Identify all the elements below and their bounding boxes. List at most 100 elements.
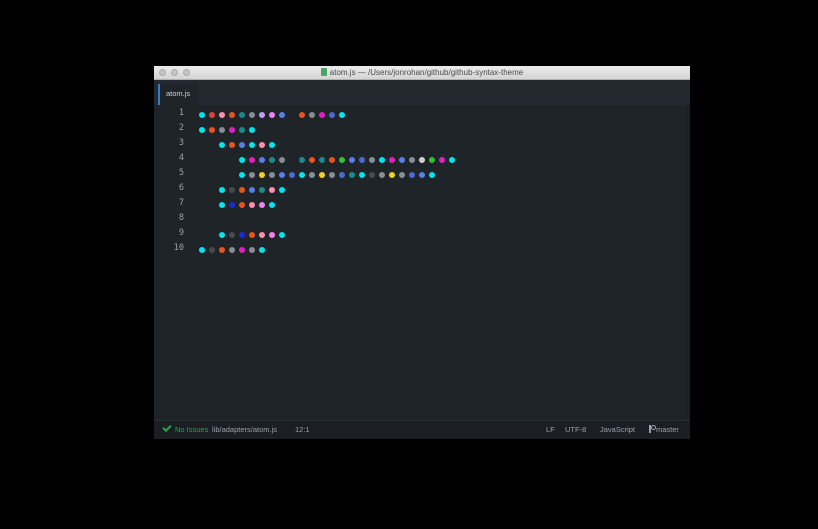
code-token bbox=[229, 202, 235, 208]
code-token bbox=[219, 187, 225, 193]
code-token bbox=[259, 112, 265, 118]
code-token bbox=[229, 187, 235, 193]
code-token bbox=[219, 202, 225, 208]
code-token bbox=[239, 187, 245, 193]
tab-label: atom.js bbox=[166, 89, 191, 98]
code-token bbox=[229, 232, 235, 238]
cursor-position[interactable]: 12:1 bbox=[295, 425, 310, 434]
code-token bbox=[349, 172, 355, 178]
code-token bbox=[389, 157, 395, 163]
tab-atom-js[interactable]: atom.js bbox=[158, 84, 198, 105]
code-token bbox=[379, 172, 385, 178]
code-token bbox=[239, 157, 245, 163]
code-token bbox=[269, 202, 275, 208]
code-token bbox=[369, 157, 375, 163]
code-token bbox=[229, 142, 235, 148]
code-token bbox=[289, 172, 295, 178]
line-number: 10 bbox=[173, 243, 184, 253]
code-token bbox=[209, 112, 215, 118]
code-token bbox=[239, 247, 245, 253]
code-token bbox=[429, 172, 435, 178]
file-path[interactable]: lib/adapters/atom.js bbox=[212, 425, 277, 434]
code-token bbox=[269, 232, 275, 238]
code-token bbox=[399, 157, 405, 163]
code-token bbox=[299, 172, 305, 178]
code-token bbox=[249, 157, 255, 163]
vertical-scrollbar[interactable] bbox=[686, 105, 690, 421]
status-bar: No Issues lib/adapters/atom.js 12:1 LF U… bbox=[154, 420, 690, 439]
title-bar[interactable]: atom.js — /Users/jonrohan/github/github-… bbox=[154, 66, 690, 80]
code-token bbox=[229, 112, 235, 118]
code-token bbox=[249, 247, 255, 253]
code-token bbox=[259, 157, 265, 163]
code-token bbox=[269, 112, 275, 118]
linter-status[interactable]: No Issues bbox=[162, 422, 208, 434]
code-token bbox=[399, 172, 405, 178]
code-token bbox=[229, 247, 235, 253]
code-token bbox=[349, 157, 355, 163]
code-token bbox=[199, 247, 205, 253]
line-ending[interactable]: LF bbox=[546, 425, 555, 434]
code-token bbox=[239, 127, 245, 133]
code-token bbox=[239, 172, 245, 178]
code-token bbox=[309, 157, 315, 163]
git-branch-label: master bbox=[656, 425, 679, 434]
code-token bbox=[219, 232, 225, 238]
code-token bbox=[409, 172, 415, 178]
code-token bbox=[239, 232, 245, 238]
code-token bbox=[339, 157, 345, 163]
code-token bbox=[249, 127, 255, 133]
code-token bbox=[279, 187, 285, 193]
code-token bbox=[419, 172, 425, 178]
code-token bbox=[259, 232, 265, 238]
line-number: 1 bbox=[178, 108, 184, 118]
line-number: 5 bbox=[178, 168, 184, 178]
code-token bbox=[319, 157, 325, 163]
code-token bbox=[279, 172, 285, 178]
code-token bbox=[319, 172, 325, 178]
code-token bbox=[299, 157, 305, 163]
code-token bbox=[329, 172, 335, 178]
line-number: 6 bbox=[178, 183, 184, 193]
code-token bbox=[279, 112, 285, 118]
editor-window: atom.js — /Users/jonrohan/github/github-… bbox=[154, 66, 690, 439]
code-token bbox=[219, 127, 225, 133]
code-token bbox=[419, 157, 425, 163]
code-token bbox=[249, 187, 255, 193]
code-token bbox=[389, 172, 395, 178]
code-token bbox=[199, 112, 205, 118]
code-token bbox=[229, 127, 235, 133]
code-token bbox=[359, 172, 365, 178]
code-editor[interactable]: 1 2 3 4 5 6 7 8 9 10 bbox=[154, 105, 690, 421]
line-number: 8 bbox=[178, 213, 184, 223]
check-icon bbox=[162, 422, 172, 433]
file-encoding[interactable]: UTF-8 bbox=[565, 425, 586, 434]
grammar-selector[interactable]: JavaScript bbox=[600, 425, 635, 434]
code-token bbox=[249, 172, 255, 178]
code-token bbox=[329, 157, 335, 163]
code-token bbox=[339, 172, 345, 178]
code-token bbox=[259, 142, 265, 148]
code-token bbox=[429, 157, 435, 163]
code-token bbox=[219, 142, 225, 148]
code-token bbox=[219, 112, 225, 118]
code-token bbox=[279, 157, 285, 163]
code-token bbox=[329, 112, 335, 118]
code-token bbox=[249, 232, 255, 238]
code-token bbox=[379, 157, 385, 163]
git-branch[interactable]: master bbox=[649, 425, 679, 434]
window-title: atom.js — /Users/jonrohan/github/github-… bbox=[154, 67, 690, 78]
code-token bbox=[339, 112, 345, 118]
code-token bbox=[259, 172, 265, 178]
code-token bbox=[239, 112, 245, 118]
code-token bbox=[409, 157, 415, 163]
code-token bbox=[359, 157, 365, 163]
code-token bbox=[299, 112, 305, 118]
file-icon bbox=[320, 68, 327, 76]
code-token bbox=[309, 112, 315, 118]
code-token bbox=[449, 157, 455, 163]
code-token bbox=[249, 202, 255, 208]
code-token bbox=[219, 247, 225, 253]
code-token bbox=[269, 187, 275, 193]
code-token bbox=[279, 232, 285, 238]
